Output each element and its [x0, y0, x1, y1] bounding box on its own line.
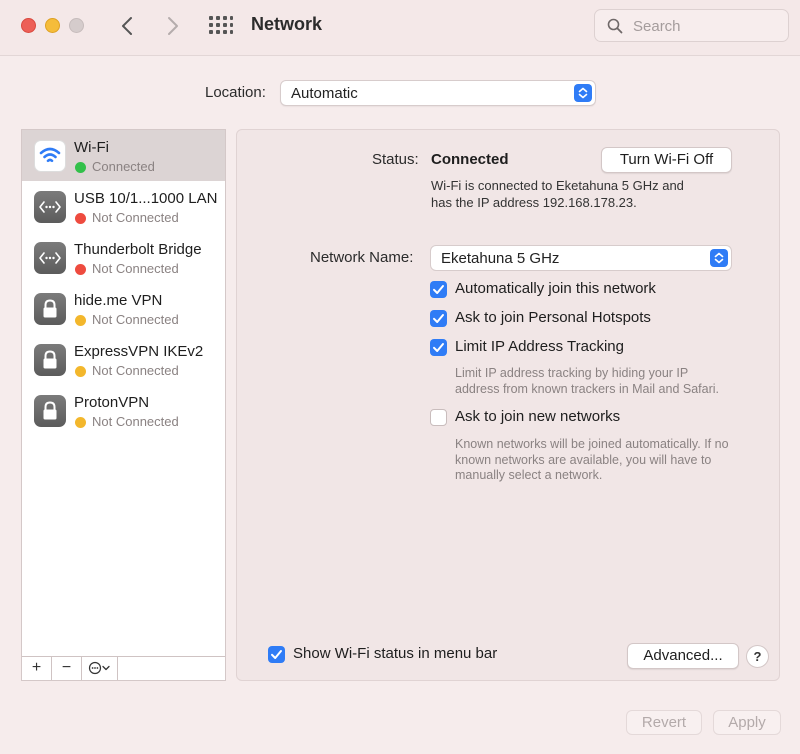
service-item-wifi[interactable]: Wi-Fi Connected [22, 130, 225, 181]
status-dot [75, 264, 86, 275]
search-field[interactable]: Search [594, 9, 789, 42]
lock-icon [34, 344, 66, 376]
help-text-line: address from known trackers in Mail and … [455, 381, 719, 396]
search-placeholder: Search [633, 18, 681, 35]
updown-chevron-icon [710, 249, 728, 267]
status-dot [75, 417, 86, 428]
service-name: Thunderbolt Bridge [74, 241, 202, 258]
service-status: Not Connected [92, 312, 179, 327]
help-text-line: known networks are available, you will h… [455, 452, 712, 467]
checkbox-label: Show Wi-Fi status in menu bar [293, 645, 498, 662]
chevron-left-icon [122, 17, 132, 35]
wifi-icon [34, 140, 66, 172]
service-list: Wi-Fi Connected USB 10/1...1000 LAN Not … [21, 129, 226, 681]
checkbox-label: Limit IP Address Tracking [455, 338, 624, 355]
help-text-line: Limit IP address tracking by hiding your… [455, 366, 689, 380]
status-dot [75, 162, 86, 173]
title-bar: Network Search [0, 0, 800, 56]
network-name-value: Eketahuna 5 GHz [441, 250, 560, 267]
service-status: Not Connected [92, 210, 179, 225]
checkbox-label: Ask to join new networks [455, 408, 621, 425]
status-description: Wi-Fi is connected to Eketahuna 5 GHz an… [431, 177, 731, 211]
detail-panel [236, 129, 780, 681]
help-button[interactable]: ? [746, 645, 769, 668]
lock-icon [34, 293, 66, 325]
status-label: Status: [372, 151, 419, 168]
location-label: Location: [205, 84, 266, 101]
ethernet-icon [34, 242, 66, 274]
help-text-line: manually select a network. [455, 468, 603, 482]
location-value: Automatic [291, 85, 358, 102]
revert-button[interactable]: Revert [626, 710, 702, 735]
help-text-line: Known networks will be joined automatica… [455, 437, 729, 451]
status-dot [75, 366, 86, 377]
service-name: ExpressVPN IKEv2 [74, 343, 204, 360]
service-item-expressvpn[interactable]: ExpressVPN IKEv2 Not Connected [22, 334, 225, 385]
service-status: Connected [92, 159, 155, 174]
service-name: USB 10/1...1000 LAN [74, 190, 218, 207]
limit-ip-help-text: Limit IP address tracking by hiding your… [455, 366, 755, 397]
apply-button[interactable]: Apply [713, 710, 781, 735]
status-dot [75, 213, 86, 224]
new-networks-help-text: Known networks will be joined automatica… [455, 437, 755, 484]
ethernet-icon [34, 191, 66, 223]
service-list-toolbar: + − [22, 656, 225, 680]
ellipsis-circle-chevron-icon [88, 661, 110, 675]
checkmark-icon [433, 285, 444, 294]
personal-hotspots-checkbox[interactable] [430, 310, 447, 327]
checkbox-label: Ask to join Personal Hotspots [455, 309, 651, 326]
service-item-protonvpn[interactable]: ProtonVPN Not Connected [22, 385, 225, 436]
auto-join-checkbox[interactable] [430, 281, 447, 298]
service-name: hide.me VPN [74, 292, 163, 309]
service-item-hideme-vpn[interactable]: hide.me VPN Not Connected [22, 283, 225, 334]
service-name: ProtonVPN [74, 394, 150, 411]
checkbox-label: Automatically join this network [455, 280, 656, 297]
window-title: Network [251, 14, 323, 34]
status-value: Connected [431, 151, 509, 168]
minimize-window-button[interactable] [45, 18, 60, 33]
status-description-line: has the IP address 192.168.178.23. [431, 195, 637, 210]
turn-wifi-off-button[interactable]: Turn Wi-Fi Off [601, 147, 732, 173]
checkmark-icon [271, 650, 282, 659]
checkmark-icon [433, 343, 444, 352]
service-item-thunderbolt-bridge[interactable]: Thunderbolt Bridge Not Connected [22, 232, 225, 283]
zoom-window-button[interactable] [69, 18, 84, 33]
service-name: Wi-Fi [74, 139, 109, 156]
show-all-button[interactable] [209, 15, 233, 37]
service-item-usb-lan[interactable]: USB 10/1...1000 LAN Not Connected [22, 181, 225, 232]
service-status: Not Connected [92, 363, 179, 378]
add-service-button[interactable]: + [22, 657, 52, 680]
ask-new-networks-checkbox[interactable] [430, 409, 447, 426]
remove-service-button[interactable]: − [52, 657, 82, 680]
advanced-button[interactable]: Advanced... [627, 643, 739, 669]
show-in-menubar-checkbox[interactable] [268, 646, 285, 663]
checkmark-icon [433, 314, 444, 323]
lock-icon [34, 395, 66, 427]
limit-ip-tracking-checkbox[interactable] [430, 339, 447, 356]
updown-chevron-icon [574, 84, 592, 102]
action-menu-button[interactable] [82, 657, 118, 680]
service-status: Not Connected [92, 414, 179, 429]
chevron-right-icon [168, 17, 178, 35]
location-select[interactable]: Automatic [280, 80, 596, 106]
service-status: Not Connected [92, 261, 179, 276]
back-button[interactable] [116, 13, 140, 39]
forward-button[interactable] [160, 13, 184, 39]
search-icon [607, 18, 623, 34]
status-dot [75, 315, 86, 326]
network-name-label: Network Name: [310, 249, 414, 266]
close-window-button[interactable] [21, 18, 36, 33]
network-name-select[interactable]: Eketahuna 5 GHz [430, 245, 732, 271]
grid-icon [209, 16, 233, 34]
status-description-line: Wi-Fi is connected to Eketahuna 5 GHz an… [431, 178, 684, 193]
